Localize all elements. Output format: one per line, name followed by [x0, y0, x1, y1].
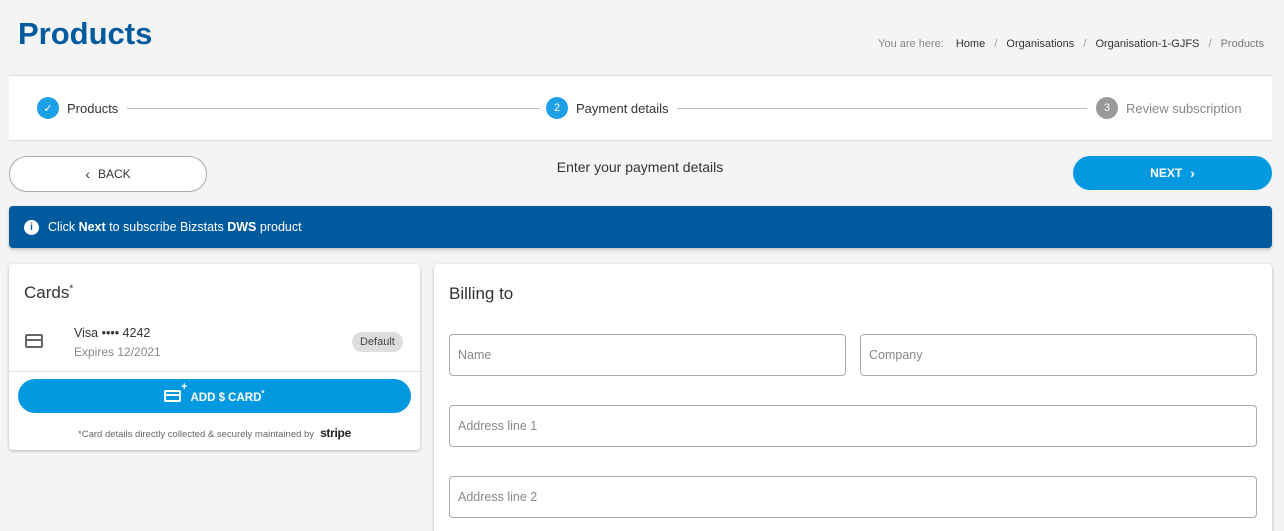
step-number: 2 — [546, 97, 568, 119]
step-products[interactable]: ✓ Products — [37, 97, 118, 119]
step-label: Payment details — [576, 100, 669, 116]
billing-title: Billing to — [449, 284, 514, 303]
breadcrumb: You are here: Home / Organisations / Org… — [878, 38, 1264, 50]
stripe-logo: stripe — [320, 426, 351, 440]
step-review-subscription[interactable]: 3 Review subscription — [1096, 97, 1242, 119]
card-expiry: Expires 12/2021 — [74, 345, 161, 359]
step-number: 3 — [1096, 97, 1118, 119]
name-field[interactable] — [449, 334, 846, 376]
breadcrumb-separator: / — [994, 38, 998, 50]
check-icon: ✓ — [37, 97, 59, 119]
card-number[interactable]: Visa •••• 4242 — [74, 326, 150, 340]
breadcrumb-organisations[interactable]: Organisations — [1006, 38, 1074, 50]
next-label: NEXT — [1150, 166, 1183, 180]
breadcrumb-separator: / — [1208, 38, 1212, 50]
page-title: Products — [18, 16, 153, 51]
add-card-icon: + — [164, 381, 187, 402]
credit-card-icon — [25, 334, 43, 348]
step-payment-details[interactable]: 2 Payment details — [546, 97, 669, 119]
step-label: Products — [67, 100, 119, 116]
stepper: ✓ Products 2 Payment details 3 Review su… — [9, 75, 1272, 141]
info-banner: i Click Next to subscribe Bizstats DWS p… — [9, 206, 1272, 248]
address-line-2-field[interactable] — [449, 476, 1257, 518]
divider — [9, 371, 420, 372]
cards-panel: Cards* Visa •••• 4242 Expires 12/2021 De… — [9, 264, 420, 450]
cards-title: Cards* — [24, 283, 74, 302]
address-line-1-field[interactable] — [449, 405, 1257, 447]
stripe-note: *Card details directly collected & secur… — [78, 426, 351, 440]
add-card-label: ADD $ CARD* — [190, 388, 265, 404]
breadcrumb-separator: / — [1083, 38, 1087, 50]
banner-text: Click Next to subscribe Bizstats DWS pro… — [48, 220, 302, 234]
default-badge: Default — [352, 332, 403, 352]
chevron-right-icon: › — [1190, 165, 1195, 181]
step-connector — [677, 108, 1087, 109]
company-field[interactable] — [860, 334, 1257, 376]
add-card-button[interactable]: + ADD $ CARD* — [18, 379, 411, 413]
next-button[interactable]: NEXT › — [1073, 156, 1272, 190]
billing-panel: Billing to — [434, 264, 1272, 531]
step-connector — [127, 108, 540, 109]
breadcrumb-current: Products — [1220, 38, 1264, 50]
step-label: Review subscription — [1126, 100, 1242, 116]
info-icon: i — [24, 219, 39, 235]
breadcrumb-prefix: You are here: — [878, 38, 944, 50]
breadcrumb-organisation[interactable]: Organisation-1-GJFS — [1095, 38, 1199, 50]
breadcrumb-home[interactable]: Home — [956, 38, 985, 50]
